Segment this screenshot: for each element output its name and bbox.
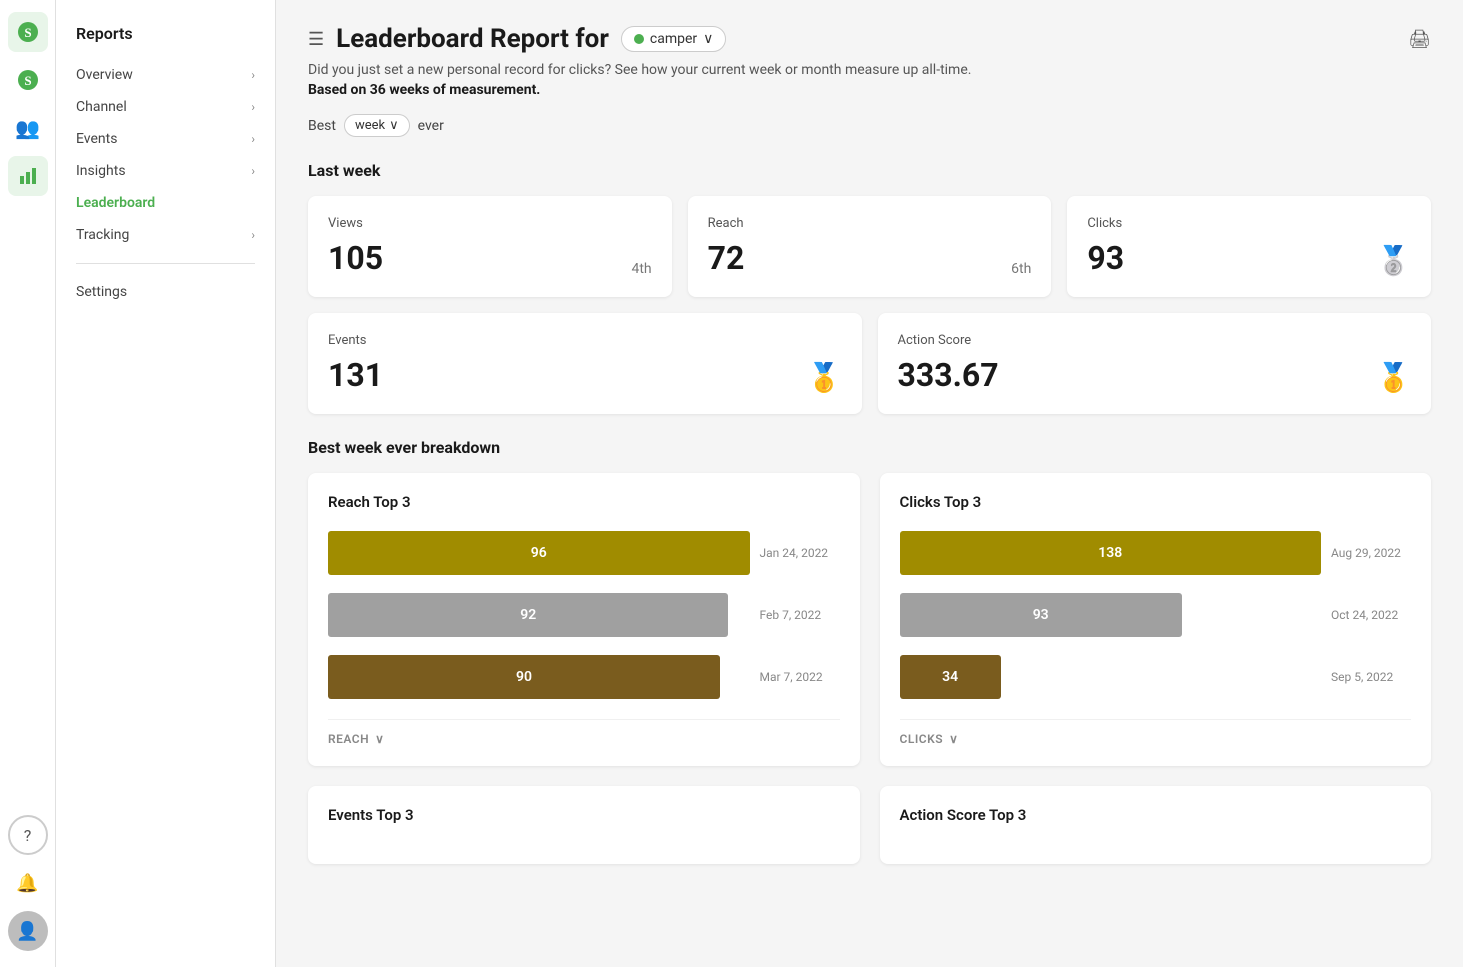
chevron-down-icon: ∨ <box>949 732 958 746</box>
icon-bar-bottom: ? 🔔 👤 <box>8 815 48 967</box>
page-title: Leaderboard Report for <box>336 24 609 54</box>
stat-label-clicks: Clicks <box>1087 216 1411 231</box>
clicks-bar-chart: 138 Aug 29, 2022 93 Oct 24, 2022 34 Sep … <box>900 531 1412 699</box>
stat-card-events: Events 131 🥇 <box>308 313 862 414</box>
sidebar-item-leaderboard[interactable]: Leaderboard <box>56 187 275 219</box>
chevron-down-icon: ∨ <box>389 118 399 133</box>
reach-bar-3: 90 Mar 7, 2022 <box>328 655 840 699</box>
stat-rank-reach: 6th <box>1011 261 1031 277</box>
last-week-title: Last week <box>308 161 1431 180</box>
stat-card-reach: Reach 72 6th <box>688 196 1052 297</box>
reach-bar-gold: 96 <box>328 531 750 575</box>
stats-grid-bottom: Events 131 🥇 Action Score 333.67 🥇 <box>308 313 1431 414</box>
chevron-down-icon: ∨ <box>703 31 713 47</box>
people-icon[interactable]: 👥 <box>8 108 48 148</box>
reach-bar-silver: 92 <box>328 593 728 637</box>
page-header: ☰ Leaderboard Report for camper ∨ 🖨 <box>308 24 1431 54</box>
reach-chart-title: Reach Top 3 <box>328 493 840 511</box>
stat-medal-action-score: 🥇 <box>1376 361 1411 394</box>
svg-text:S: S <box>24 73 31 88</box>
reach-chart-card: Reach Top 3 96 Jan 24, 2022 92 Feb 7, 20… <box>308 473 860 766</box>
charts-row: Reach Top 3 96 Jan 24, 2022 92 Feb 7, 20… <box>308 473 1431 766</box>
clicks-chart-title: Clicks Top 3 <box>900 493 1412 511</box>
reach-footer[interactable]: REACH ∨ <box>328 719 840 746</box>
stat-card-clicks: Clicks 93 🥈 <box>1067 196 1431 297</box>
stat-value-clicks: 93 <box>1087 239 1124 277</box>
clicks-bar-1: 138 Aug 29, 2022 <box>900 531 1412 575</box>
stat-label-events: Events <box>328 333 842 348</box>
reach-bar-2: 92 Feb 7, 2022 <box>328 593 840 637</box>
stat-label-action-score: Action Score <box>898 333 1412 348</box>
ever-label: ever <box>418 118 444 134</box>
stat-label-reach: Reach <box>708 216 1032 231</box>
chevron-icon: › <box>251 228 255 242</box>
reach-date-1: Jan 24, 2022 <box>760 546 840 560</box>
bell-icon[interactable]: 🔔 <box>8 863 48 903</box>
sidebar-title: Reports <box>56 16 275 59</box>
stat-rank-views: 4th <box>631 261 651 277</box>
stat-value-views: 105 <box>328 239 383 277</box>
reach-bar-chart: 96 Jan 24, 2022 92 Feb 7, 2022 90 Mar 7,… <box>328 531 840 699</box>
clicks-bar-silver: 93 <box>900 593 1182 637</box>
chevron-icon: › <box>251 100 255 114</box>
clicks-footer[interactable]: CLICKS ∨ <box>900 719 1412 746</box>
subtitle-bold: Based on 36 weeks of measurement. <box>308 82 1431 98</box>
dollar-icon-1[interactable]: S <box>8 12 48 52</box>
help-icon[interactable]: ? <box>8 815 48 855</box>
sidebar-item-events[interactable]: Events › <box>56 123 275 155</box>
chevron-down-icon: ∨ <box>375 732 384 746</box>
camper-selector[interactable]: camper ∨ <box>621 26 727 52</box>
chevron-icon: › <box>251 164 255 178</box>
week-selector[interactable]: week ∨ <box>344 114 410 137</box>
reach-date-3: Mar 7, 2022 <box>760 670 840 684</box>
chart-icon[interactable] <box>8 156 48 196</box>
breakdown-title: Best week ever breakdown <box>308 438 1431 457</box>
stat-card-action-score: Action Score 333.67 🥇 <box>878 313 1432 414</box>
stat-value-action-score: 333.67 <box>898 356 999 394</box>
stat-medal-events: 🥇 <box>807 361 842 394</box>
sidebar-item-tracking[interactable]: Tracking › <box>56 219 275 251</box>
best-row: Best week ∨ ever <box>308 114 1431 137</box>
clicks-bar-2: 93 Oct 24, 2022 <box>900 593 1412 637</box>
stat-value-events: 131 <box>328 356 383 394</box>
sidebar-item-overview[interactable]: Overview › <box>56 59 275 91</box>
reach-date-2: Feb 7, 2022 <box>760 608 840 622</box>
chevron-icon: › <box>251 132 255 146</box>
clicks-date-1: Aug 29, 2022 <box>1331 546 1411 560</box>
clicks-bar-gold: 138 <box>900 531 1322 575</box>
stat-value-reach: 72 <box>708 239 745 277</box>
dollar-icon-2[interactable]: S <box>8 60 48 100</box>
events-top3-title: Events Top 3 <box>328 806 840 824</box>
subtitle: Did you just set a new personal record f… <box>308 62 1431 78</box>
print-icon[interactable]: 🖨 <box>1408 29 1431 50</box>
clicks-chart-card: Clicks Top 3 138 Aug 29, 2022 93 Oct 24,… <box>880 473 1432 766</box>
icon-bar: S S 👥 ? 🔔 👤 <box>0 0 56 967</box>
sidebar-item-insights[interactable]: Insights › <box>56 155 275 187</box>
clicks-date-3: Sep 5, 2022 <box>1331 670 1411 684</box>
bottom-sections: Events Top 3 Action Score Top 3 <box>308 786 1431 864</box>
sidebar: Reports Overview › Channel › Events › In… <box>56 0 276 967</box>
events-top3-card: Events Top 3 <box>308 786 860 864</box>
clicks-bar-3: 34 Sep 5, 2022 <box>900 655 1412 699</box>
stat-label-views: Views <box>328 216 652 231</box>
stats-grid-top: Views 105 4th Reach 72 6th Clicks 93 🥈 <box>308 196 1431 297</box>
stat-medal-clicks: 🥈 <box>1376 244 1411 277</box>
stat-card-views: Views 105 4th <box>308 196 672 297</box>
main-content: ☰ Leaderboard Report for camper ∨ 🖨 Did … <box>276 0 1463 967</box>
reach-bar-bronze: 90 <box>328 655 720 699</box>
sidebar-item-channel[interactable]: Channel › <box>56 91 275 123</box>
menu-icon[interactable]: ☰ <box>308 29 324 50</box>
camper-dot <box>634 34 644 44</box>
sidebar-item-settings[interactable]: Settings <box>56 276 275 308</box>
user-avatar[interactable]: 👤 <box>8 911 48 951</box>
action-score-top3-card: Action Score Top 3 <box>880 786 1432 864</box>
chevron-icon: › <box>251 68 255 82</box>
best-label: Best <box>308 118 336 134</box>
reach-bar-1: 96 Jan 24, 2022 <box>328 531 840 575</box>
sidebar-divider <box>76 263 255 264</box>
clicks-bar-bronze: 34 <box>900 655 1001 699</box>
svg-text:S: S <box>24 25 31 40</box>
clicks-date-2: Oct 24, 2022 <box>1331 608 1411 622</box>
action-score-top3-title: Action Score Top 3 <box>900 806 1412 824</box>
